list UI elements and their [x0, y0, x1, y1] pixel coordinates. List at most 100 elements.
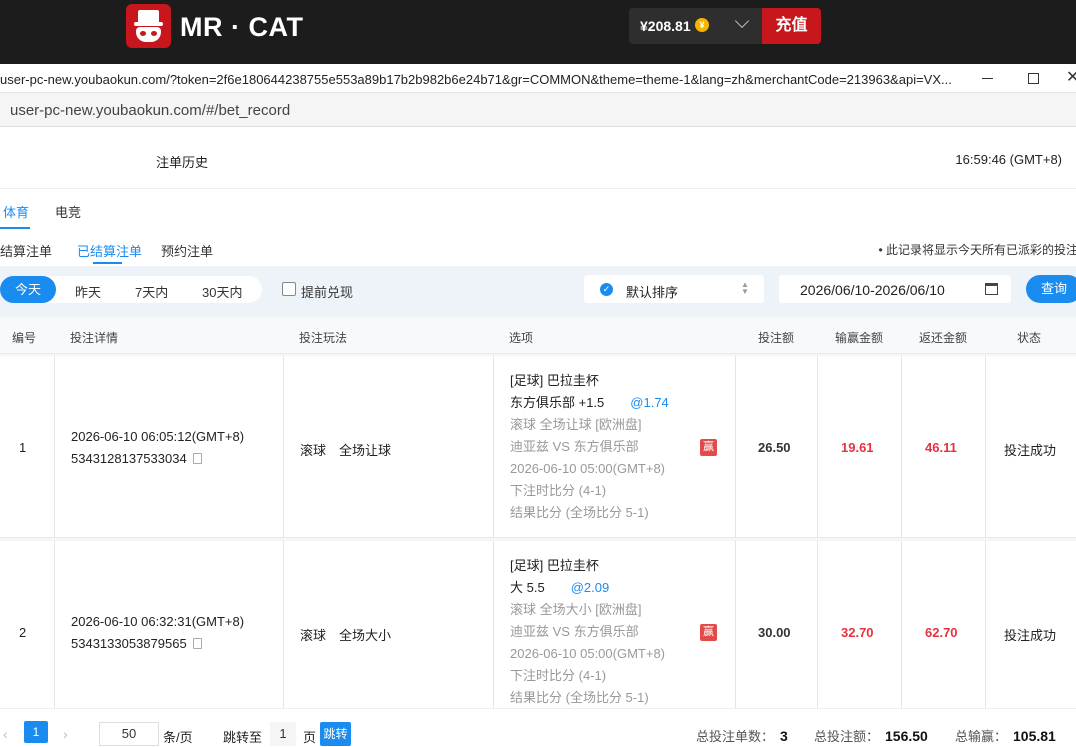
- chevron-down-icon: [734, 13, 750, 29]
- copy-icon[interactable]: [192, 453, 202, 464]
- total-count-label: 总投注单数：: [696, 729, 775, 744]
- column-divider: [817, 541, 818, 722]
- early-cashout-checkbox[interactable]: [282, 282, 296, 296]
- day-yesterday-button[interactable]: 昨天: [75, 282, 101, 301]
- col-stake: 投注额: [758, 331, 795, 345]
- maximize-icon[interactable]: [1024, 68, 1044, 88]
- hat-brim-shape: [134, 22, 163, 26]
- selection-result: 结果比分 (全场比分 5-1): [510, 505, 649, 520]
- total-winloss-value: 105.81: [1013, 728, 1056, 744]
- tab-esports[interactable]: 电竞: [55, 202, 81, 221]
- day-7days-button[interactable]: 7天内: [135, 282, 168, 301]
- order-id: 5343128137533034: [71, 451, 187, 466]
- balance-dropdown[interactable]: ¥208.81 ¥: [629, 8, 762, 44]
- early-cashout-label[interactable]: 提前兑现: [301, 282, 353, 301]
- selection-pick-line: 大 5.5 @2.09: [510, 577, 665, 599]
- page-number-current[interactable]: 1: [24, 721, 48, 743]
- column-divider: [493, 356, 494, 537]
- page-size-input[interactable]: 50: [99, 722, 159, 746]
- status-tabs: 未结算注单 已结算注单 预约注单 • 此记录将显示今天所有已派彩的投注: [0, 230, 1076, 266]
- column-divider: [901, 356, 902, 537]
- column-divider: [493, 541, 494, 722]
- column-divider: [283, 356, 284, 537]
- server-clock: 16:59:46 (GMT+8): [955, 152, 1062, 167]
- row-number: 1: [19, 440, 27, 455]
- brand-logo[interactable]: [126, 4, 171, 48]
- per-page-label: 条/页: [163, 730, 193, 745]
- order-id: 5343133053879565: [71, 636, 187, 651]
- bet-time: 2026-06-10 06:32:31(GMT+8): [71, 614, 245, 629]
- day-range-group: 今天 昨天 7天内 30天内: [0, 276, 262, 303]
- col-details: 投注详情: [70, 331, 119, 345]
- selection-kickoff: 2026-06-10 05:00(GMT+8): [510, 461, 666, 476]
- query-button[interactable]: 查询: [1026, 275, 1076, 303]
- day-today-button[interactable]: 今天: [0, 276, 56, 303]
- column-divider: [817, 356, 818, 537]
- bet-time: 2026-06-10 06:05:12(GMT+8): [71, 429, 245, 444]
- tab-sports-underline: [0, 227, 30, 229]
- selection-pick: 东方俱乐部 +1.5: [510, 395, 605, 410]
- table-header: 编号 投注详情 投注玩法 选项 投注额 输赢金额 返还金额 状态: [0, 318, 1076, 354]
- brand-name: MR · CAT: [180, 12, 304, 42]
- bet-play: 滚球 全场大小: [300, 628, 392, 643]
- selection-match: 迪亚兹 VS 东方俱乐部: [510, 439, 639, 454]
- right-eye-shape: [151, 31, 157, 36]
- col-returned: 返还金额: [919, 331, 968, 345]
- address-bar[interactable]: user-pc-new.youbaokun.com/#/bet_record: [0, 93, 1076, 127]
- column-divider: [283, 541, 284, 722]
- column-divider: [735, 356, 736, 537]
- prev-page-icon[interactable]: ‹: [3, 726, 8, 742]
- selection-odds: @1.74: [630, 395, 669, 410]
- jump-page-input[interactable]: 1: [270, 722, 296, 746]
- filter-bar: 今天 昨天 7天内 30天内 提前兑现 ✓ 默认排序 ▲ ▼ 2026/06/10…: [0, 266, 1076, 316]
- col-winloss: 输赢金额: [835, 331, 884, 345]
- close-icon[interactable]: ✕: [1066, 68, 1076, 88]
- date-range-picker[interactable]: 2026/06/10-2026/06/10: [779, 275, 1011, 303]
- stake-amount: 26.50: [758, 440, 791, 455]
- stake-amount: 30.00: [758, 625, 791, 640]
- total-winloss: 总输赢： 105.81: [955, 726, 1056, 745]
- selection-market: 滚球 全场大小 [欧洲盘]: [510, 602, 642, 617]
- page-header: 注单历史 16:59:46 (GMT+8): [0, 127, 1076, 189]
- site-header: MR · CAT ¥208.81 ¥ 充值: [0, 0, 1076, 64]
- window-title-bar: user-pc-new.youbaokun.com/?token=2f6e180…: [0, 64, 1076, 93]
- tab-settled[interactable]: 已结算注单: [77, 241, 142, 260]
- check-circle-icon: ✓: [600, 283, 613, 296]
- left-eye-shape: [140, 31, 146, 36]
- tab-sports[interactable]: 体育: [3, 202, 29, 221]
- total-count: 总投注单数： 3: [696, 726, 788, 745]
- col-play: 投注玩法: [299, 331, 348, 345]
- winloss-amount: 32.70: [841, 625, 874, 640]
- col-status: 状态: [1017, 331, 1042, 345]
- day-30days-button[interactable]: 30天内: [202, 282, 242, 301]
- bet-status: 投注成功: [1004, 628, 1057, 643]
- sport-tabs: 体育 电竞: [0, 189, 1076, 230]
- selection-pick: 大 5.5: [510, 580, 545, 595]
- jump-button[interactable]: 跳转: [320, 722, 351, 746]
- total-winloss-label: 总输赢：: [955, 729, 1008, 744]
- sort-select[interactable]: ✓ 默认排序 ▲ ▼: [584, 275, 764, 303]
- sort-arrows-icon: ▲ ▼: [741, 280, 749, 296]
- table-row: 2 2026-06-10 06:32:31(GMT+8) 53431330538…: [0, 541, 1076, 723]
- calendar-icon: [985, 283, 998, 295]
- row-number: 2: [19, 625, 27, 640]
- selection-bet-score: 下注时比分 (4-1): [510, 668, 607, 683]
- selection-market: 滚球 全场让球 [欧洲盘]: [510, 417, 642, 432]
- tab-reserved[interactable]: 预约注单: [161, 241, 213, 260]
- selection-kickoff: 2026-06-10 05:00(GMT+8): [510, 646, 666, 661]
- tab-unsettled[interactable]: 未结算注单: [0, 241, 52, 260]
- column-divider: [985, 541, 986, 722]
- records-notice: • 此记录将显示今天所有已派彩的投注: [878, 243, 1076, 257]
- selection-odds: @2.09: [570, 580, 610, 595]
- date-range-value: 2026/06/10-2026/06/10: [800, 282, 945, 298]
- copy-icon[interactable]: [192, 638, 202, 649]
- returned-amount: 62.70: [925, 625, 958, 640]
- next-page-icon[interactable]: ›: [63, 726, 68, 742]
- column-divider: [54, 356, 55, 537]
- page-label: 页: [303, 730, 317, 745]
- address-url[interactable]: user-pc-new.youbaokun.com/#/bet_record: [10, 102, 290, 119]
- minimize-icon[interactable]: [978, 68, 998, 88]
- window-title: user-pc-new.youbaokun.com/?token=2f6e180…: [0, 72, 952, 87]
- recharge-button[interactable]: 充值: [762, 8, 821, 44]
- column-divider: [735, 541, 736, 722]
